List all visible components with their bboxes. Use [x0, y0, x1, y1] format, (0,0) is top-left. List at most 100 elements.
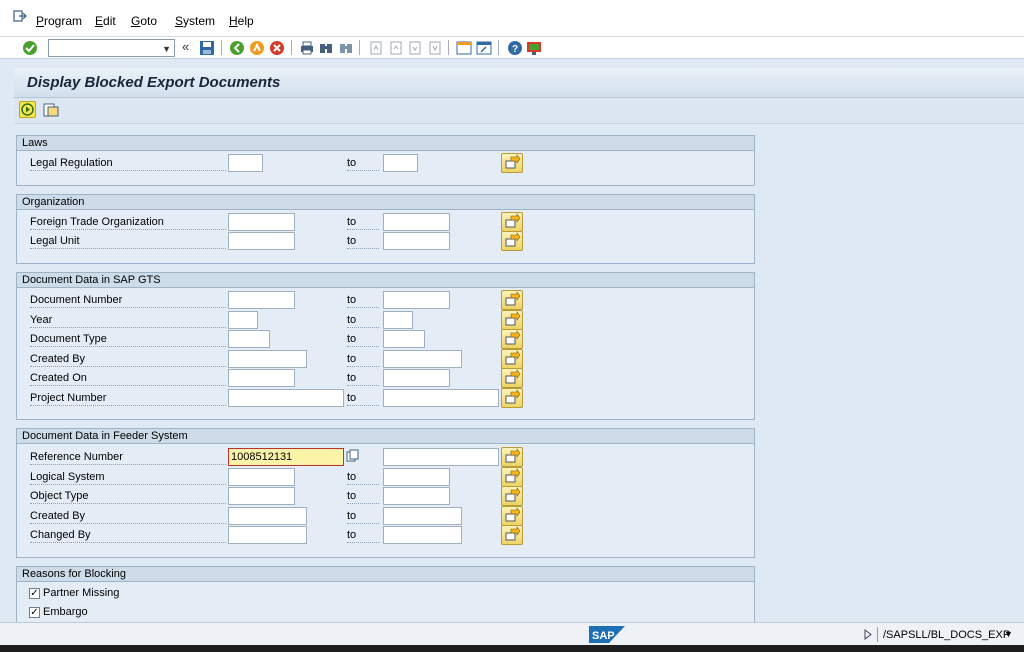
- find-next-icon[interactable]: [338, 40, 354, 56]
- frame-feeder-document-data: Document Data in Feeder System Reference…: [16, 428, 755, 558]
- print-icon[interactable]: [299, 40, 315, 56]
- reference-number-to-input[interactable]: [383, 448, 499, 466]
- project-number-label: Project Number: [30, 391, 226, 406]
- multiple-selection-icon: [505, 487, 521, 502]
- document-number-from-input[interactable]: [228, 291, 295, 309]
- multiple-selection-icon: [505, 213, 521, 228]
- command-field[interactable]: ▼: [48, 39, 175, 57]
- chevron-down-icon[interactable]: ▼: [1004, 629, 1013, 639]
- created-by-to-input[interactable]: [383, 350, 462, 368]
- next-page-icon[interactable]: [407, 40, 423, 56]
- project-number-from-input[interactable]: [228, 389, 344, 407]
- multiple-selection-button[interactable]: [501, 310, 523, 330]
- menu-system-label: ystem: [183, 14, 216, 28]
- frame-gts-title: Document Data in SAP GTS: [17, 273, 754, 288]
- multiple-selection-button[interactable]: [501, 329, 523, 349]
- row-year: Year to: [17, 310, 754, 330]
- execute-icon: [21, 103, 34, 116]
- expand-status-icon[interactable]: [864, 629, 872, 640]
- foreign-trade-organization-to-input[interactable]: [383, 213, 450, 231]
- menu-program[interactable]: Program: [36, 14, 82, 28]
- created-by-from-input[interactable]: [228, 350, 307, 368]
- menu-help-mnemonic: H: [229, 14, 238, 28]
- first-page-icon[interactable]: [368, 40, 384, 56]
- multiple-selection-button[interactable]: [501, 467, 523, 487]
- shortcut-icon[interactable]: [476, 40, 492, 56]
- exit-menu-icon[interactable]: [13, 10, 27, 22]
- previous-page-icon[interactable]: [388, 40, 404, 56]
- legal-unit-from-input[interactable]: [228, 232, 295, 250]
- new-session-icon[interactable]: [456, 40, 472, 56]
- menu-goto-mnemonic: G: [131, 14, 141, 28]
- object-type-from-input[interactable]: [228, 487, 295, 505]
- multiple-selection-icon: [505, 526, 521, 541]
- logical-system-to-input[interactable]: [383, 468, 450, 486]
- document-type-to-input[interactable]: [383, 330, 425, 348]
- enter-check-icon[interactable]: [22, 40, 38, 56]
- customize-layout-icon[interactable]: [526, 40, 542, 56]
- foreign-trade-organization-from-input[interactable]: [228, 213, 295, 231]
- multiple-selection-button[interactable]: [501, 231, 523, 251]
- help-icon[interactable]: ?: [507, 40, 523, 56]
- frame-reasons-title: Reasons for Blocking: [17, 567, 754, 582]
- document-type-from-input[interactable]: [228, 330, 270, 348]
- find-icon[interactable]: [318, 40, 334, 56]
- save-icon[interactable]: [199, 40, 215, 56]
- svg-text:?: ?: [512, 44, 518, 55]
- created-on-from-input[interactable]: [228, 369, 295, 387]
- multiple-selection-button[interactable]: [501, 349, 523, 369]
- multiple-selection-button[interactable]: [501, 525, 523, 545]
- project-number-to-input[interactable]: [383, 389, 499, 407]
- multiple-selection-button[interactable]: [501, 486, 523, 506]
- changed-by-to-input[interactable]: [383, 526, 462, 544]
- to-label: to: [347, 509, 379, 524]
- legal-regulation-to-input[interactable]: [383, 154, 418, 172]
- cancel-icon[interactable]: [269, 40, 285, 56]
- multiple-selection-button[interactable]: [501, 368, 523, 388]
- multiple-selection-button[interactable]: [501, 153, 523, 173]
- menu-system[interactable]: System: [175, 14, 215, 28]
- changed-by-label: Changed By: [30, 528, 226, 543]
- changed-by-from-input[interactable]: [228, 526, 307, 544]
- year-from-input[interactable]: [228, 311, 258, 329]
- chevron-down-icon[interactable]: ▼: [162, 44, 171, 54]
- frame-reasons-for-blocking: Reasons for Blocking ✓ Partner Missing ✓…: [16, 566, 755, 624]
- multiple-values-icon[interactable]: [346, 449, 360, 463]
- toolbar-separator: [448, 40, 449, 55]
- to-label: to: [347, 391, 379, 406]
- multiple-selection-button[interactable]: [501, 447, 523, 467]
- document-number-to-input[interactable]: [383, 291, 450, 309]
- year-to-input[interactable]: [383, 311, 413, 329]
- menu-edit[interactable]: Edit: [95, 14, 116, 28]
- foreign-trade-organization-label: Foreign Trade Organization: [30, 215, 226, 230]
- get-variant-icon[interactable]: [43, 102, 59, 118]
- created-by-feeder-to-input[interactable]: [383, 507, 462, 525]
- execute-button[interactable]: [19, 101, 36, 118]
- toolbar-separator: [498, 40, 499, 55]
- collapse-toolbar-icon[interactable]: «: [182, 39, 189, 54]
- frame-organization: Organization Foreign Trade Organization …: [16, 194, 755, 264]
- multiple-selection-button[interactable]: [501, 212, 523, 232]
- multiple-selection-button[interactable]: [501, 506, 523, 526]
- embargo-checkbox[interactable]: ✓: [29, 607, 40, 618]
- exit-icon[interactable]: [249, 40, 265, 56]
- legal-unit-to-input[interactable]: [383, 232, 450, 250]
- reference-number-label: Reference Number: [30, 450, 226, 465]
- back-icon[interactable]: [229, 40, 245, 56]
- last-page-icon[interactable]: [427, 40, 443, 56]
- menu-help[interactable]: Help: [229, 14, 254, 28]
- created-on-to-input[interactable]: [383, 369, 450, 387]
- created-by-feeder-from-input[interactable]: [228, 507, 307, 525]
- partner-missing-checkbox[interactable]: ✓: [29, 588, 40, 599]
- to-label: to: [347, 293, 379, 308]
- multiple-selection-button[interactable]: [501, 388, 523, 408]
- menu-goto[interactable]: Goto: [131, 14, 157, 28]
- legal-regulation-from-input[interactable]: [228, 154, 263, 172]
- logical-system-from-input[interactable]: [228, 468, 295, 486]
- object-type-to-input[interactable]: [383, 487, 450, 505]
- multiple-selection-button[interactable]: [501, 290, 523, 310]
- to-label: to: [347, 156, 379, 171]
- reference-number-from-input[interactable]: 1008512131: [228, 448, 344, 466]
- menu-help-label: elp: [237, 14, 254, 28]
- row-foreign-trade-organization: Foreign Trade Organization to: [17, 212, 754, 232]
